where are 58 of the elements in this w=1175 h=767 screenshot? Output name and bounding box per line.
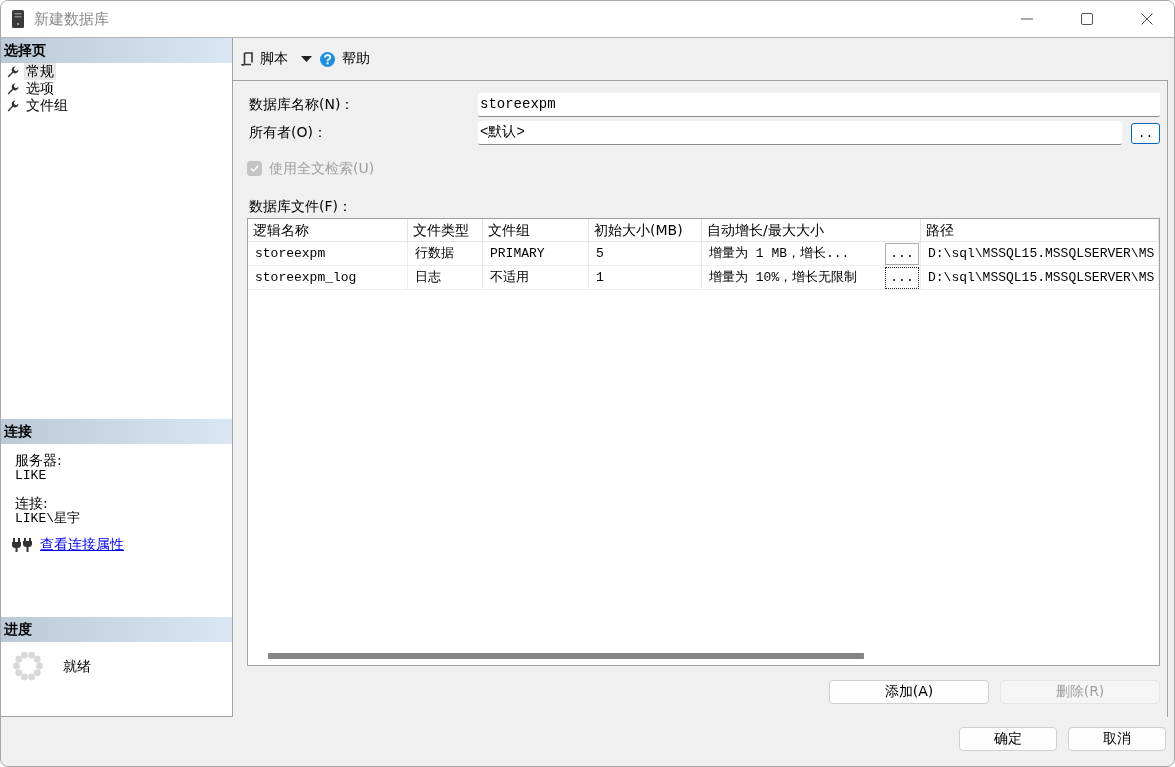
- maximize-icon[interactable]: [1081, 13, 1093, 25]
- scrollbar-thumb[interactable]: [268, 652, 864, 659]
- column-header: 初始大小(MB): [589, 219, 702, 242]
- page-item[interactable]: 选项: [24, 80, 56, 97]
- window-title: 新建数据库: [34, 9, 109, 29]
- table-cell-text: 增量为 1 MB，增长...: [709, 245, 850, 263]
- table-cell-text: 增量为 10%，增长无限制: [709, 269, 858, 287]
- connection-properties-link[interactable]: 查看连接属性: [40, 536, 124, 554]
- status-text: 就绪: [63, 658, 91, 676]
- ok-button[interactable]: 确定: [959, 727, 1057, 751]
- table-cell: D:\sql\MSSQL15.MSSQLSERVER\MS: [921, 266, 1159, 290]
- ellipsis-button[interactable]: ...: [885, 242, 919, 265]
- connection-label: 连接:: [15, 495, 49, 511]
- server-name: LIKE: [15, 468, 48, 483]
- connection-name: LIKE\星宇: [15, 511, 81, 526]
- plug-icon: [12, 538, 32, 552]
- column-header: 路径: [921, 219, 1159, 242]
- table-cell: PRIMARY: [483, 242, 589, 266]
- table-cell: 行数据: [408, 242, 483, 266]
- table-cell: 1: [589, 266, 702, 290]
- table-cell: 5: [589, 242, 702, 266]
- page-item[interactable]: 常规: [24, 63, 56, 80]
- spinner-icon: [13, 651, 43, 681]
- input-field[interactable]: storeexpm: [478, 93, 1160, 117]
- caret-icon: [301, 56, 312, 62]
- close-icon[interactable]: [1141, 13, 1153, 25]
- column-header: 文件组: [483, 219, 589, 242]
- browse-button[interactable]: ..: [1131, 122, 1160, 144]
- wrench-icon: [7, 65, 19, 78]
- checkbox-label: 使用全文检索(U): [269, 159, 375, 178]
- table-cell: 日志: [408, 266, 483, 290]
- section-header: 连接: [1, 419, 232, 444]
- script-button[interactable]: 脚本: [240, 50, 313, 68]
- ellipsis-button[interactable]: ...: [885, 266, 919, 289]
- table-cell: storeexpm: [248, 242, 408, 266]
- page-item[interactable]: 文件组: [24, 97, 70, 114]
- field-label: 数据库名称(N)：: [249, 96, 356, 114]
- help-icon: [320, 51, 335, 67]
- section-header: 进度: [1, 617, 232, 642]
- cancel-button[interactable]: 取消: [1068, 727, 1166, 751]
- column-header: 逻辑名称: [248, 219, 408, 242]
- input-field[interactable]: <默认>: [478, 121, 1122, 145]
- table-cell: D:\sql\MSSQL15.MSSQLSERVER\MS: [921, 242, 1159, 266]
- table-cell: storeexpm_log: [248, 266, 408, 290]
- wrench-icon: [7, 82, 19, 95]
- section-label: 数据库文件(F)：: [249, 198, 353, 214]
- column-header: 自动增长/最大大小: [702, 219, 921, 242]
- scroll-icon: [241, 52, 253, 66]
- server-icon: [12, 10, 24, 28]
- check-icon: [250, 165, 259, 172]
- help-button[interactable]: 帮助: [319, 50, 371, 68]
- add-button[interactable]: 添加(A): [829, 680, 989, 704]
- table-cell: 不适用: [483, 266, 589, 290]
- server-label: 服务器:: [15, 452, 63, 468]
- column-header: 文件类型: [408, 219, 483, 242]
- field-label: 所有者(O)：: [249, 124, 328, 142]
- section-header: 选择页: [1, 38, 232, 63]
- wrench-icon: [7, 99, 19, 112]
